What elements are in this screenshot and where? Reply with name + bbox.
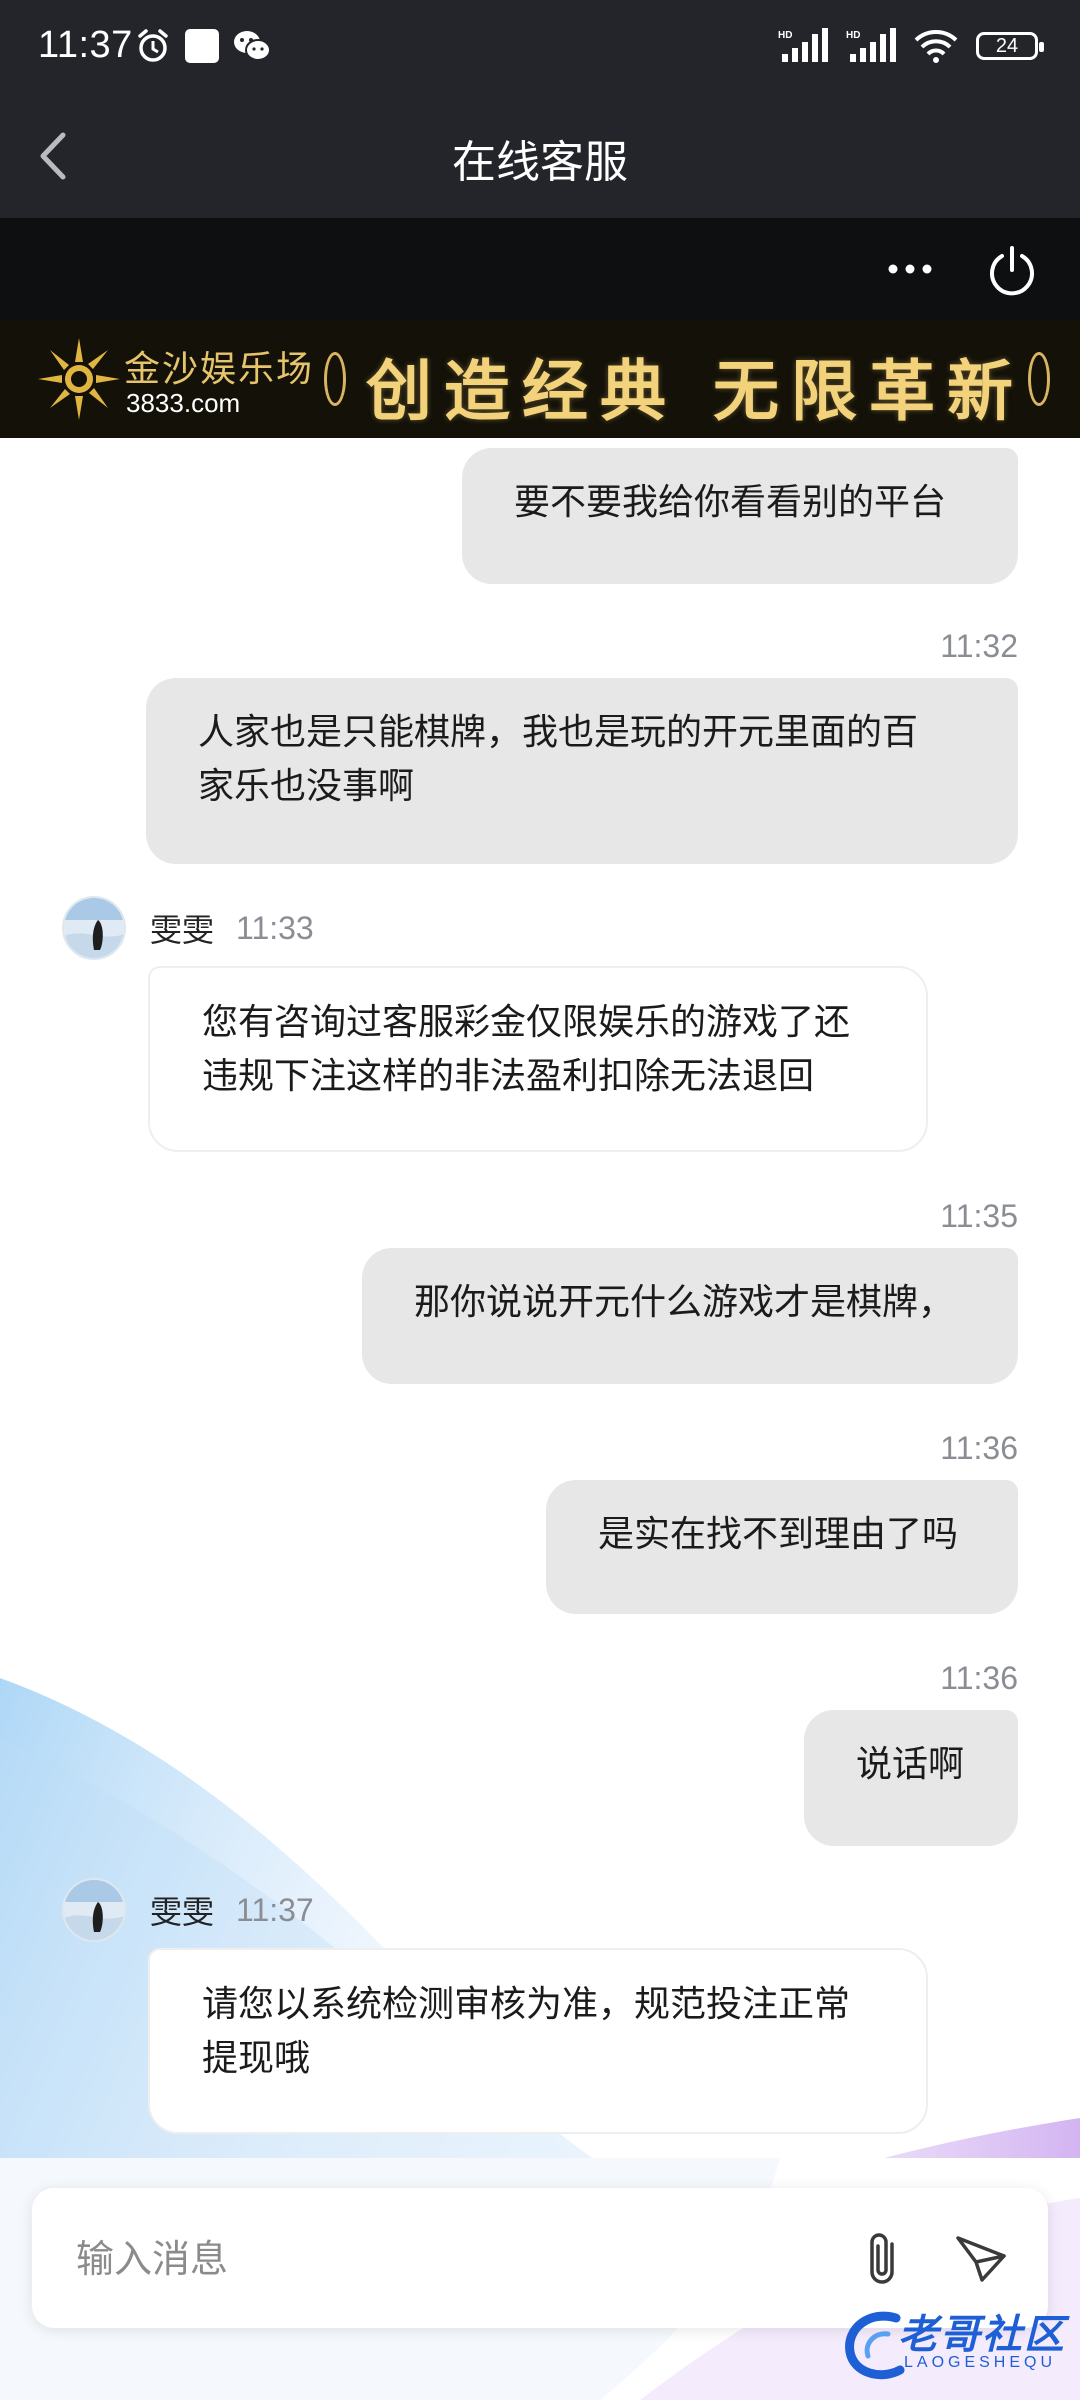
wechat-icon [234, 31, 271, 61]
avatar[interactable] [62, 1878, 126, 1942]
paperclip-icon [870, 2233, 894, 2284]
agent-name: 雯雯 [150, 1893, 215, 1931]
chat-toolbar [0, 218, 1080, 320]
agent-avatar-icon [64, 898, 124, 958]
chat-messages[interactable]: 要不要我给你看看别的平台 11:32 人家也是只能棋牌，我也是玩的开元里面的百 … [0, 438, 1080, 2158]
app-square-icon [185, 29, 219, 63]
message-time: 11:36 [940, 1430, 1018, 1466]
status-icons-left [135, 28, 271, 64]
page-title: 在线客服 [452, 137, 628, 188]
power-icon [990, 246, 1034, 296]
message-text-line: 提现哦 [202, 2038, 311, 2079]
my-message-bubble[interactable]: 人家也是只能棋牌，我也是玩的开元里面的百 家乐也没事啊 [146, 678, 1018, 864]
banner-brand: 金沙娱乐场 [124, 349, 315, 390]
agent-avatar-icon [64, 1880, 124, 1940]
hd-signal-icon: HD [778, 28, 828, 62]
power-button[interactable] [985, 244, 1039, 298]
my-message-bubble[interactable]: 要不要我给你看看别的平台 [462, 448, 1018, 584]
message-text-line: 您有咨询过客服彩金仅限娱乐的游戏了还 [202, 1002, 851, 1043]
more-button[interactable] [880, 246, 940, 292]
message-text-line: 家乐也没事啊 [198, 766, 415, 807]
avatar[interactable] [62, 896, 126, 960]
message-time: 11:37 [236, 1891, 314, 1928]
send-button[interactable] [952, 2230, 1012, 2288]
message-input[interactable] [76, 2232, 836, 2286]
battery-level: 24 [995, 34, 1019, 57]
status-bar: 11:37 HD HD 24 [0, 0, 1080, 96]
svg-text:HD: HD [778, 30, 792, 41]
ornament-right-icon [1028, 352, 1050, 406]
agent-message-bubble[interactable]: 您有咨询过客服彩金仅限娱乐的游戏了还 违规下注这样的非法盈利扣除无法退回 [148, 966, 928, 1152]
alarm-icon [138, 29, 168, 62]
ad-banner[interactable]: 金沙娱乐场 3833.com 创造经典 无限革新 [0, 320, 1080, 438]
status-time: 11:37 [38, 24, 133, 66]
message-time: 11:33 [236, 909, 314, 946]
my-message-bubble[interactable]: 是实在找不到理由了吗 [546, 1480, 1018, 1614]
send-icon [956, 2236, 1006, 2282]
hd-signal-icon: HD [846, 28, 896, 62]
watermark-text: 老哥社区 [898, 2312, 1066, 2358]
ornament-left-icon [324, 352, 346, 406]
agent-header: 雯雯 11:33 [62, 896, 314, 960]
my-message-bubble[interactable]: 那你说说开元什么游戏才是棋牌， [362, 1248, 1018, 1384]
attach-button[interactable] [854, 2228, 914, 2290]
battery-icon: 24 [976, 32, 1044, 60]
agent-name: 雯雯 [150, 911, 215, 949]
message-text-line: 请您以系统检测审核为准，规范投注正常 [202, 1984, 851, 2025]
nav-bar: 在线客服 [0, 96, 1080, 218]
wifi-icon [914, 30, 958, 63]
banner-slogan: 创造经典 无限革新 [366, 352, 1025, 430]
status-icons-right: HD HD 24 [778, 28, 1044, 64]
agent-header: 雯雯 11:37 [62, 1878, 314, 1942]
message-time: 11:36 [940, 1660, 1018, 1696]
svg-text:HD: HD [846, 30, 860, 41]
message-text-line: 违规下注这样的非法盈利扣除无法退回 [202, 1056, 815, 1097]
message-text: 那你说说开元什么游戏才是棋牌， [414, 1282, 955, 1323]
my-message-bubble[interactable]: 说话啊 [804, 1710, 1018, 1846]
watermark-sub: LAOGESHEQU [904, 2354, 1057, 2371]
banner-url: 3833.com [126, 388, 241, 418]
message-text: 是实在找不到理由了吗 [598, 1514, 959, 1555]
sun-logo-icon [38, 338, 120, 420]
message-text: 要不要我给你看看别的平台 [514, 482, 947, 523]
message-text-line: 人家也是只能棋牌，我也是玩的开元里面的百 [198, 712, 919, 753]
agent-message-bubble[interactable]: 请您以系统检测审核为准，规范投注正常 提现哦 [148, 1948, 928, 2134]
message-text: 说话啊 [856, 1744, 965, 1785]
message-time: 11:35 [940, 1198, 1018, 1234]
message-time: 11:32 [940, 628, 1018, 664]
more-dots-icon [888, 264, 932, 274]
watermark: 老哥社区 LAOGESHEQU [840, 2296, 1070, 2392]
